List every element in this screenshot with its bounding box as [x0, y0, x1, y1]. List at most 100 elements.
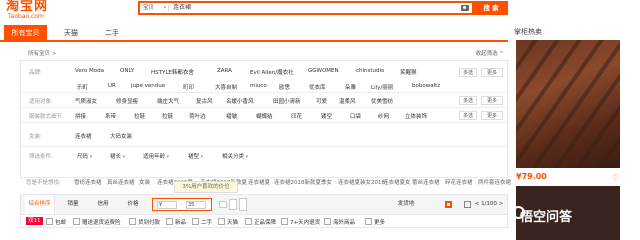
filter-value[interactable]: 荷叶边 [189, 112, 206, 120]
filter-value[interactable]: GGWOMEN [308, 68, 339, 74]
filter-value[interactable]: chinstudio [356, 68, 384, 74]
checkbox-7day-return[interactable]: 7+天内退货 [281, 218, 320, 226]
filter-value[interactable]: 优衣库 [309, 83, 326, 91]
filter-value[interactable]: 印花 [291, 112, 302, 120]
multi-select-button[interactable]: 多选 [459, 68, 477, 77]
camera-icon[interactable] [461, 5, 469, 11]
more-button[interactable]: 更多 [481, 96, 503, 105]
checkbox-cod[interactable]: 货到付款 [129, 218, 160, 226]
grid-view-icon[interactable] [445, 201, 452, 208]
filter-value[interactable]: 纱网 [378, 112, 389, 120]
search-button[interactable]: 搜 索 [474, 1, 508, 15]
filter-value[interactable]: 气质淑女 [75, 97, 97, 105]
taobao-logo[interactable]: 淘宝网 Taobao.com [6, 0, 86, 22]
related-link[interactable]: 两件套连衣裙 [478, 178, 511, 186]
filter-value[interactable]: 立体装饰 [405, 112, 427, 120]
price-histogram-bar[interactable] [229, 199, 237, 210]
list-view-icon[interactable] [464, 201, 471, 208]
related-link[interactable]: 碎花连衣裙 [445, 178, 473, 186]
breadcrumb[interactable]: 所有宝贝 > [28, 49, 56, 57]
heart-icon[interactable]: ♡ [612, 173, 619, 182]
ship-from-dropdown[interactable]: 发货地 [391, 195, 421, 214]
tab-tmall[interactable]: 天猫 [57, 25, 85, 42]
filter-value[interactable]: ZARA [217, 68, 232, 74]
collapse-filters-button[interactable]: 收起筛选 ^ [476, 49, 504, 57]
filter-value[interactable]: Lily/丽丽 [371, 83, 393, 91]
price-histogram-bar[interactable] [239, 198, 247, 211]
product-image[interactable] [516, 40, 620, 168]
sort-default[interactable]: 综合排序 [25, 195, 55, 214]
filter-value[interactable]: 拉链 [162, 112, 173, 120]
filter-value[interactable]: 复古风 [196, 97, 213, 105]
filter-value[interactable]: 乐町 [77, 83, 88, 91]
related-link[interactable]: 连衣裙2018新款夏季女 [274, 178, 332, 186]
filter-value[interactable]: 优美雪纺 [371, 97, 393, 105]
sort-sales[interactable]: 销量 [61, 195, 85, 214]
filter-value[interactable]: 町印 [183, 83, 194, 91]
age-dropdown[interactable]: 适用年龄 [143, 152, 169, 160]
filter-value[interactable]: miuco [250, 83, 267, 89]
search-input[interactable]: 连衣裙 [173, 3, 191, 13]
price-histogram-bar[interactable] [219, 201, 227, 208]
filter-value[interactable]: 拼接 [75, 112, 86, 120]
filter-value[interactable]: ONLY [120, 68, 134, 74]
filter-value[interactable]: UR [108, 83, 116, 89]
price-min-input[interactable]: ¥ [157, 201, 177, 209]
next-page-button[interactable]: > [497, 195, 505, 214]
related-link[interactable]: 连衣裙夏 [248, 178, 270, 186]
filter-value[interactable]: 拉链 [134, 112, 145, 120]
filter-value[interactable]: 田园小清新 [273, 97, 301, 105]
filter-value[interactable]: 大码女装 [110, 132, 132, 140]
filter-value[interactable]: 蝴蝶结 [256, 112, 273, 120]
checkbox-genuine[interactable]: 正品保障 [245, 218, 276, 226]
multi-select-button[interactable]: 多选 [459, 111, 477, 120]
more-button[interactable]: 更多 [481, 111, 503, 120]
sort-price[interactable]: 价格 [121, 195, 145, 214]
filter-label: 女装: [29, 134, 42, 140]
filter-value[interactable]: Vero Moda [75, 68, 104, 74]
filter-value[interactable]: 朵雅 [345, 83, 356, 91]
filter-value[interactable]: 端庄大气 [157, 97, 179, 105]
related-link[interactable]: 连衣裙夏女 [383, 178, 411, 186]
double11-badge[interactable]: 双11 [26, 217, 43, 225]
related-link[interactable]: 连衣裙夏装女2018 [338, 178, 385, 186]
filter-value[interactable]: 连衣裙 [75, 132, 92, 140]
filter-value[interactable]: 系带 [105, 112, 116, 120]
filter-value[interactable]: HSTYLE韩都衣舍 [151, 68, 194, 76]
checkbox-new[interactable]: 新品 [166, 218, 186, 226]
tab-second-hand[interactable]: 二手 [97, 25, 127, 42]
related-link[interactable]: 雪纺连衣裙 [74, 178, 102, 186]
filter-value[interactable]: jupe vendue [131, 83, 165, 89]
filter-value[interactable]: 修身显瘦 [116, 97, 138, 105]
related-link[interactable]: 女装 [139, 178, 150, 186]
checkbox-overseas[interactable]: 海外商品 [324, 218, 355, 226]
checkbox-more[interactable]: 更多 [365, 218, 385, 226]
filter-value[interactable]: bobowaltz [412, 83, 440, 89]
multi-select-button[interactable]: 多选 [459, 96, 477, 105]
more-button[interactable]: 更多 [481, 68, 503, 77]
filter-value[interactable]: 笑醒猴 [400, 68, 417, 76]
filter-value[interactable]: 温柔风 [339, 97, 356, 105]
checkbox-free-shipping[interactable]: 包邮 [46, 218, 66, 226]
filter-value[interactable]: 大喜自制 [215, 83, 237, 91]
sort-credit[interactable]: 信用 [91, 195, 115, 214]
filter-value[interactable]: 欧思 [279, 83, 290, 91]
checkbox-tmall[interactable]: 天猫 [218, 218, 238, 226]
filter-value[interactable]: 名媛小香风 [226, 97, 254, 105]
related-link[interactable]: 蕾丝连衣裙 [412, 178, 440, 186]
related-category-dropdown[interactable]: 相关分类 [222, 152, 248, 160]
filter-value[interactable]: 镂空 [321, 112, 332, 120]
filter-value[interactable]: Evil Alien/魔衣社 [250, 68, 294, 76]
skirt-length-dropdown[interactable]: 裙长 [110, 152, 125, 160]
filter-value[interactable]: 褶皱 [226, 112, 237, 120]
filter-value[interactable]: 可爱 [316, 97, 327, 105]
price-max-input[interactable]: 35 [186, 201, 206, 209]
search-scope-select[interactable]: 宝贝 ▾ [140, 3, 168, 13]
filter-value[interactable]: 口袋 [350, 112, 361, 120]
checkbox-return-insurance[interactable]: 赠送退货运费险 [73, 218, 121, 226]
tab-all-items[interactable]: 所有宝贝 [4, 25, 47, 42]
skirt-type-dropdown[interactable]: 裙型 [188, 152, 203, 160]
related-link[interactable]: 真丝连衣裙 [107, 178, 135, 186]
checkbox-second-hand[interactable]: 二手 [192, 218, 212, 226]
size-dropdown[interactable]: 尺码 [77, 152, 92, 160]
